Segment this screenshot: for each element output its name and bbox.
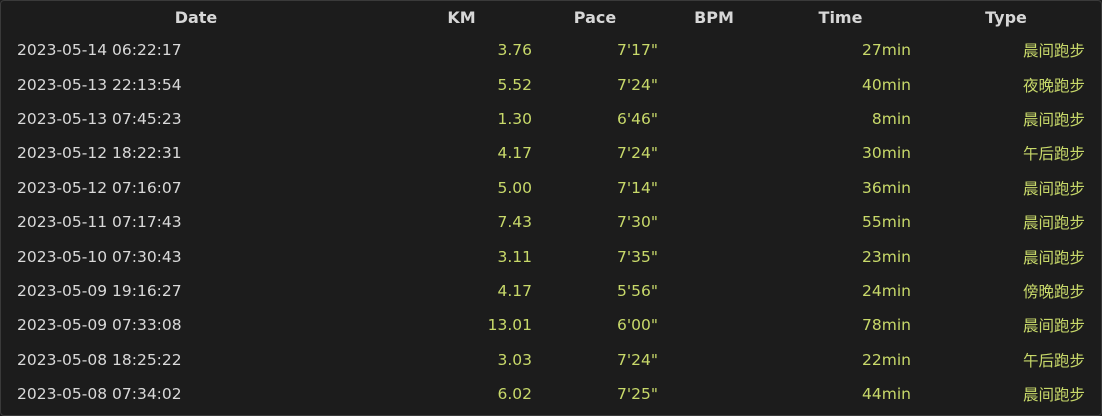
cell-time: 23min [862, 247, 911, 266]
table-row[interactable]: 2023-05-13 22:13:54 5.52 7'24" 40min 夜晚跑… [1, 67, 1101, 101]
cell-type: 午后跑步 [1022, 145, 1085, 164]
runs-table: Date KM Pace BPM Time Type 2023-05-14 06… [1, 1, 1101, 411]
table-header: Date KM Pace BPM Time Type [1, 1, 1101, 33]
cell-time: 27min [862, 41, 911, 60]
cell-type: 晨间跑步 [1022, 248, 1085, 267]
header-row: Date KM Pace BPM Time Type [1, 1, 1101, 33]
cell-date: 2023-05-13 22:13:54 [17, 75, 182, 94]
cell-km: 4.17 [497, 281, 532, 300]
cell-bpm [658, 274, 770, 308]
cell-time: 78min [862, 316, 911, 335]
cell-pace: 6'46" [617, 109, 658, 128]
column-header-type[interactable]: Type [911, 1, 1101, 33]
column-header-bpm[interactable]: BPM [658, 1, 770, 33]
cell-km: 1.30 [497, 109, 532, 128]
cell-type: 晨间跑步 [1022, 317, 1085, 336]
cell-bpm [658, 67, 770, 101]
table-row[interactable]: 2023-05-09 19:16:27 4.17 5'56" 24min 傍晚跑… [1, 274, 1101, 308]
cell-km: 5.00 [497, 178, 532, 197]
cell-time: 8min [871, 109, 911, 128]
cell-type: 晨间跑步 [1022, 42, 1085, 61]
cell-km: 3.03 [497, 350, 532, 369]
table-row[interactable]: 2023-05-13 07:45:23 1.30 6'46" 8min 晨间跑步 [1, 102, 1101, 136]
table-body: 2023-05-14 06:22:17 3.76 7'17" 27min 晨间跑… [1, 33, 1101, 411]
cell-pace: 7'24" [617, 350, 658, 369]
cell-km: 5.52 [497, 75, 532, 94]
cell-time: 22min [862, 350, 911, 369]
cell-time: 30min [862, 144, 911, 163]
table-row[interactable]: 2023-05-14 06:22:17 3.76 7'17" 27min 晨间跑… [1, 33, 1101, 67]
cell-pace: 6'00" [617, 316, 658, 335]
cell-bpm [658, 171, 770, 205]
cell-date: 2023-05-11 07:17:43 [17, 213, 182, 232]
table-row[interactable]: 2023-05-10 07:30:43 3.11 7'35" 23min 晨间跑… [1, 239, 1101, 273]
cell-date: 2023-05-09 07:33:08 [17, 316, 182, 335]
cell-km: 13.01 [487, 316, 532, 335]
cell-type: 傍晚跑步 [1022, 282, 1085, 301]
cell-pace: 7'24" [617, 75, 658, 94]
cell-bpm [658, 308, 770, 342]
cell-pace: 7'30" [617, 213, 658, 232]
cell-pace: 7'17" [617, 41, 658, 60]
runs-table-panel: Date KM Pace BPM Time Type 2023-05-14 06… [0, 0, 1102, 416]
cell-time: 40min [862, 75, 911, 94]
cell-type: 午后跑步 [1022, 351, 1085, 370]
cell-km: 7.43 [497, 213, 532, 232]
cell-bpm [658, 205, 770, 239]
table-row[interactable]: 2023-05-12 18:22:31 4.17 7'24" 30min 午后跑… [1, 136, 1101, 170]
cell-time: 24min [862, 281, 911, 300]
cell-date: 2023-05-08 18:25:22 [17, 350, 182, 369]
cell-pace: 7'14" [617, 178, 658, 197]
cell-date: 2023-05-09 19:16:27 [17, 281, 182, 300]
cell-pace: 7'24" [617, 144, 658, 163]
cell-time: 36min [862, 178, 911, 197]
cell-type: 夜晚跑步 [1022, 76, 1085, 95]
cell-time: 44min [862, 385, 911, 404]
cell-type: 晨间跑步 [1022, 386, 1085, 405]
cell-date: 2023-05-12 18:22:31 [17, 144, 182, 163]
table-row[interactable]: 2023-05-09 07:33:08 13.01 6'00" 78min 晨间… [1, 308, 1101, 342]
cell-bpm [658, 136, 770, 170]
column-header-time[interactable]: Time [770, 1, 911, 33]
cell-date: 2023-05-08 07:34:02 [17, 385, 182, 404]
cell-bpm [658, 33, 770, 67]
cell-bpm [658, 239, 770, 273]
table-row[interactable]: 2023-05-11 07:17:43 7.43 7'30" 55min 晨间跑… [1, 205, 1101, 239]
cell-type: 晨间跑步 [1022, 110, 1085, 129]
cell-km: 4.17 [497, 144, 532, 163]
cell-time: 55min [862, 213, 911, 232]
cell-date: 2023-05-10 07:30:43 [17, 247, 182, 266]
column-header-date[interactable]: Date [1, 1, 391, 33]
cell-date: 2023-05-12 07:16:07 [17, 178, 182, 197]
cell-date: 2023-05-14 06:22:17 [17, 41, 182, 60]
cell-bpm [658, 377, 770, 411]
cell-bpm [658, 102, 770, 136]
column-header-km[interactable]: KM [391, 1, 532, 33]
cell-type: 晨间跑步 [1022, 179, 1085, 198]
table-row[interactable]: 2023-05-08 18:25:22 3.03 7'24" 22min 午后跑… [1, 343, 1101, 377]
table-row[interactable]: 2023-05-12 07:16:07 5.00 7'14" 36min 晨间跑… [1, 171, 1101, 205]
cell-pace: 7'35" [617, 247, 658, 266]
cell-km: 3.11 [497, 247, 532, 266]
cell-km: 6.02 [497, 385, 532, 404]
cell-type: 晨间跑步 [1022, 214, 1085, 233]
column-header-pace[interactable]: Pace [532, 1, 658, 33]
cell-pace: 5'56" [617, 281, 658, 300]
cell-date: 2023-05-13 07:45:23 [17, 109, 182, 128]
cell-pace: 7'25" [617, 385, 658, 404]
cell-km: 3.76 [497, 41, 532, 60]
table-row[interactable]: 2023-05-08 07:34:02 6.02 7'25" 44min 晨间跑… [1, 377, 1101, 411]
cell-bpm [658, 343, 770, 377]
